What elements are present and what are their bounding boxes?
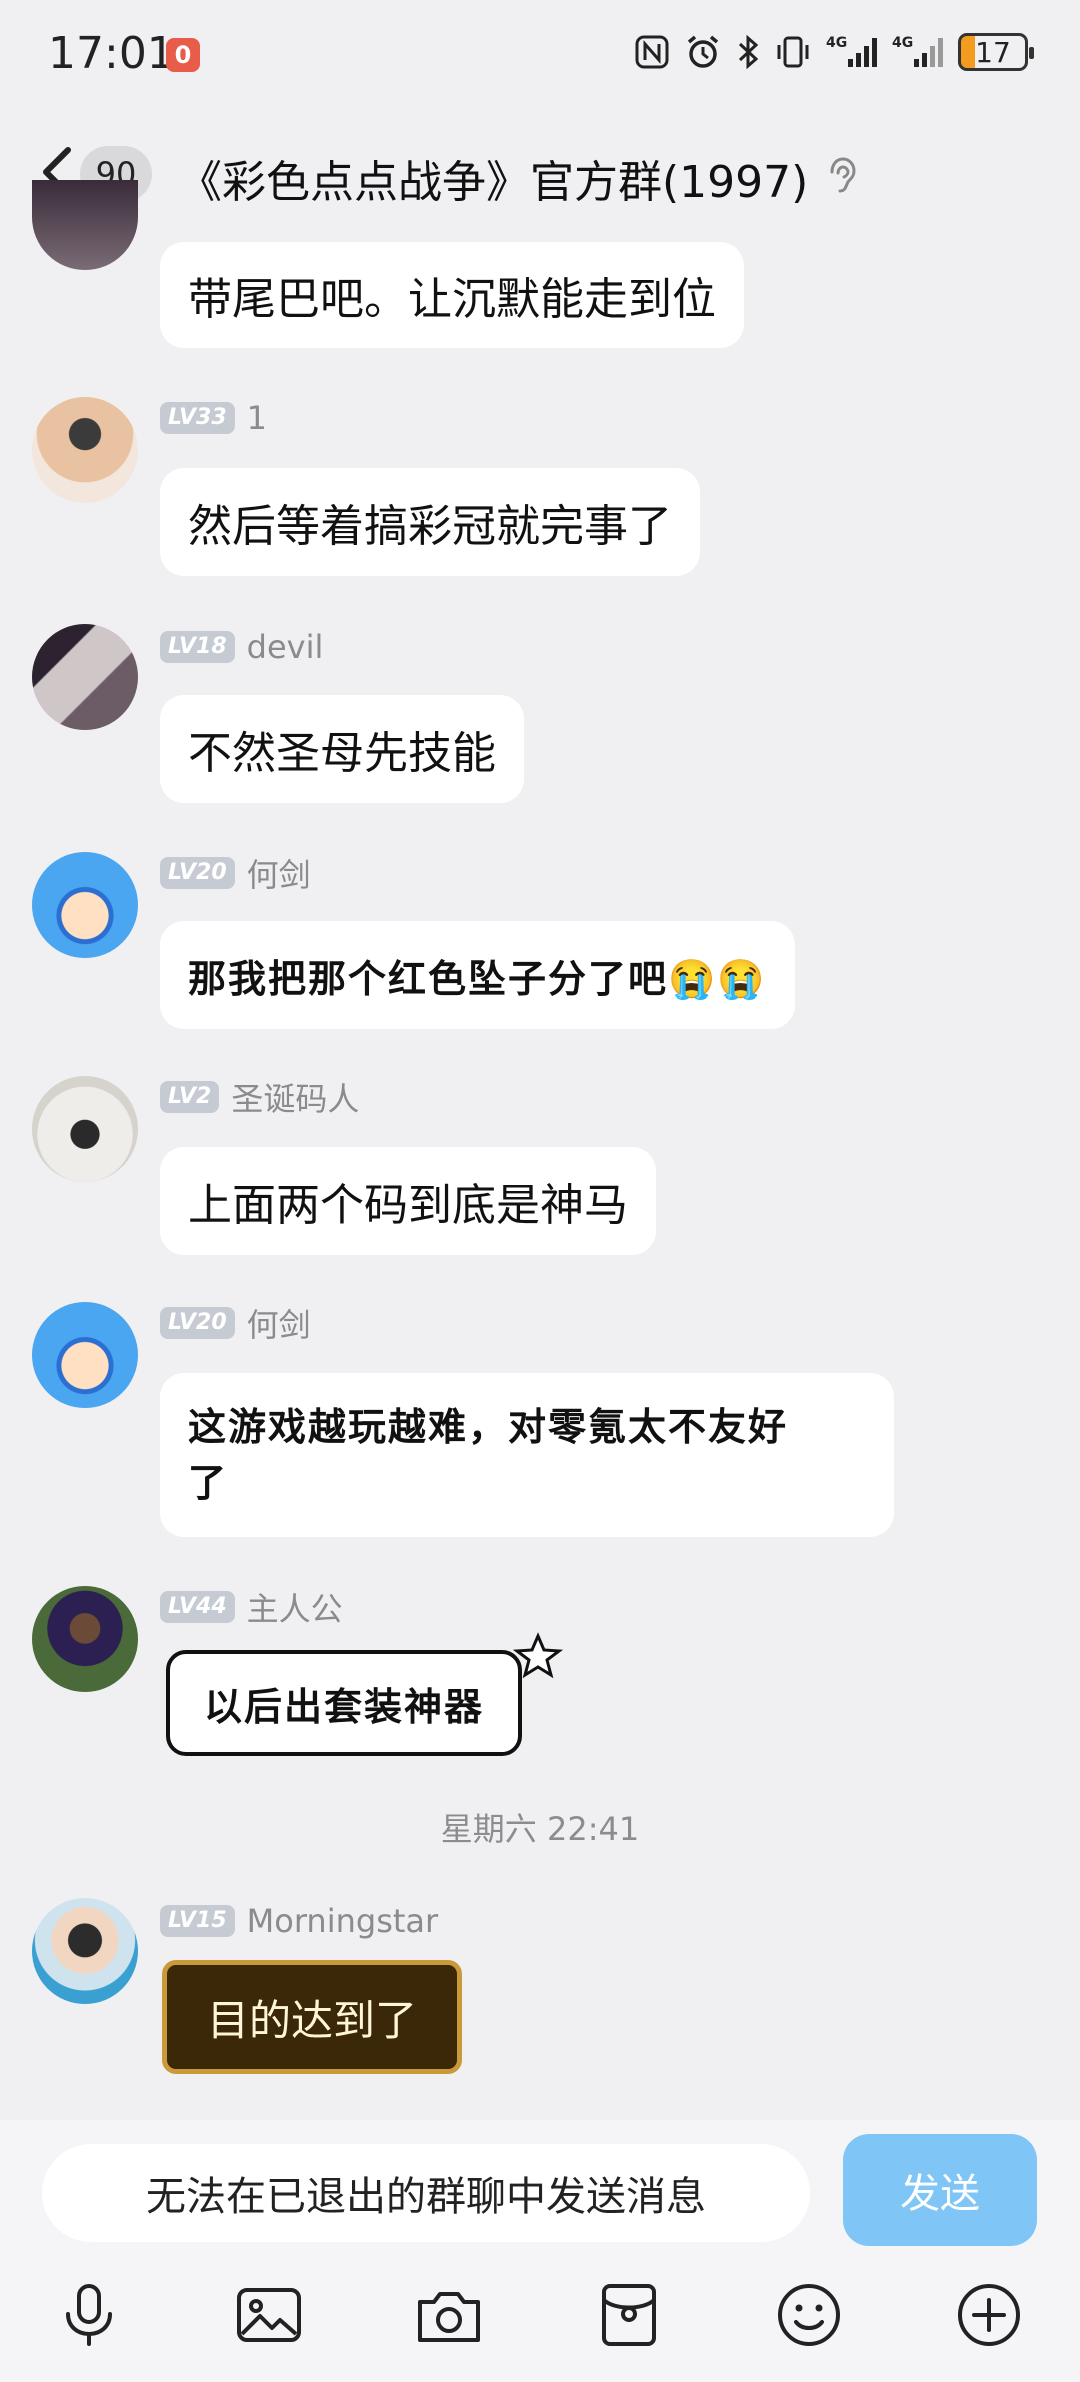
sender-meta: LV20 何剑 [160,856,311,894]
avatar[interactable] [32,1076,138,1182]
svg-text:4G: 4G [826,35,847,51]
sender-meta: LV33 1 [160,399,267,437]
avatar[interactable] [32,1586,138,1692]
emoji-icon[interactable] [774,2280,844,2350]
sender-name[interactable]: 何剑 [247,850,311,896]
sender-name[interactable]: 何剑 [247,1300,311,1346]
sender-meta: LV18 devil [160,628,324,666]
message-text: 以后出套装神器 [204,1683,485,1729]
signal-4g-icon: 4G [826,32,878,72]
message-text: 那我把那个红色坠子分了吧😭😭 [188,955,767,1001]
input-bar: 无法在已退出的群聊中发送消息 发送 [0,2120,1080,2382]
sender-meta: LV2 圣诞码人 [160,1080,359,1118]
vibrate-icon [774,32,812,72]
level-badge: LV2 [160,1081,220,1113]
avatar[interactable] [32,1302,138,1408]
status-icons: 4G 4G 17 [634,32,1034,72]
avatar[interactable] [32,397,138,503]
message-text: 带尾巴吧。让沉默能走到位 [188,274,716,325]
plus-icon[interactable] [954,2280,1024,2350]
bluetooth-icon [736,32,760,72]
earpiece-mode-icon[interactable] [822,154,862,198]
avatar[interactable] [32,180,138,270]
message-text: 了 [188,1460,229,1505]
level-badge: LV44 [160,1591,235,1623]
chat-title[interactable]: 《彩色点点战争》官方群(1997) [178,146,808,210]
alarm-icon [684,32,722,72]
sender-name[interactable]: Morningstar [247,1902,439,1940]
message-text: 这游戏越玩越难，对零氪太不友好 [188,1404,789,1449]
message-text: 然后等着搞彩冠就完事了 [188,501,672,552]
message-input[interactable]: 无法在已退出的群聊中发送消息 [42,2144,810,2242]
red-packet-icon[interactable] [594,2280,664,2350]
microphone-icon[interactable] [54,2280,124,2350]
sender-name[interactable]: 圣诞码人 [231,1074,359,1120]
image-icon[interactable] [234,2280,304,2350]
battery-icon: 17 [958,33,1034,71]
star-decoration-icon [512,1632,564,1679]
battery-level: 17 [975,35,1011,69]
message-text: 目的达到了 [206,1995,417,2045]
level-badge: LV20 [160,1307,235,1339]
message-timestamp: 星期六 22:41 [440,1810,640,1848]
sender-name[interactable]: devil [247,628,324,666]
message-bubble[interactable]: 带尾巴吧。让沉默能走到位 [160,242,744,348]
sender-name[interactable]: 主人公 [247,1584,343,1630]
level-badge: LV20 [160,857,235,889]
message-bubble[interactable]: 不然圣母先技能 [160,695,524,803]
camera-icon[interactable] [414,2280,484,2350]
avatar[interactable] [32,624,138,730]
message-bubble[interactable]: 目的达到了 [162,1960,462,2074]
nfc-icon [634,32,670,72]
avatar[interactable] [32,852,138,958]
message-bubble[interactable]: 那我把那个红色坠子分了吧😭😭 [160,921,795,1029]
sender-meta: LV15 Morningstar [160,1902,439,1940]
signal-4g-icon: 4G [892,32,944,72]
level-badge: LV15 [160,1905,235,1937]
message-bubble[interactable]: 上面两个码到底是神马 [160,1147,656,1255]
notification-badge: 0 [166,38,200,72]
message-bubble[interactable]: 以后出套装神器 [166,1650,523,1756]
message-text: 上面两个码到底是神马 [188,1180,628,1231]
avatar[interactable] [32,1898,138,2004]
sender-meta: LV44 主人公 [160,1590,343,1628]
level-badge: LV33 [160,402,235,434]
send-button[interactable]: 发送 [843,2134,1037,2246]
message-text: 不然圣母先技能 [188,728,496,779]
message-bubble[interactable]: 然后等着搞彩冠就完事了 [160,468,700,576]
sender-name[interactable]: 1 [247,399,267,437]
level-badge: LV18 [160,631,235,663]
chat-header: 90 《彩色点点战争》官方群(1997) [0,120,1080,230]
message-bubble[interactable]: 这游戏越玩越难，对零氪太不友好 了 [160,1373,894,1537]
status-time: 17:01 [48,28,175,79]
status-bar: 17:01 0 4G 4G 17 [0,0,1080,110]
svg-text:4G: 4G [892,35,913,51]
sender-meta: LV20 何剑 [160,1306,311,1344]
